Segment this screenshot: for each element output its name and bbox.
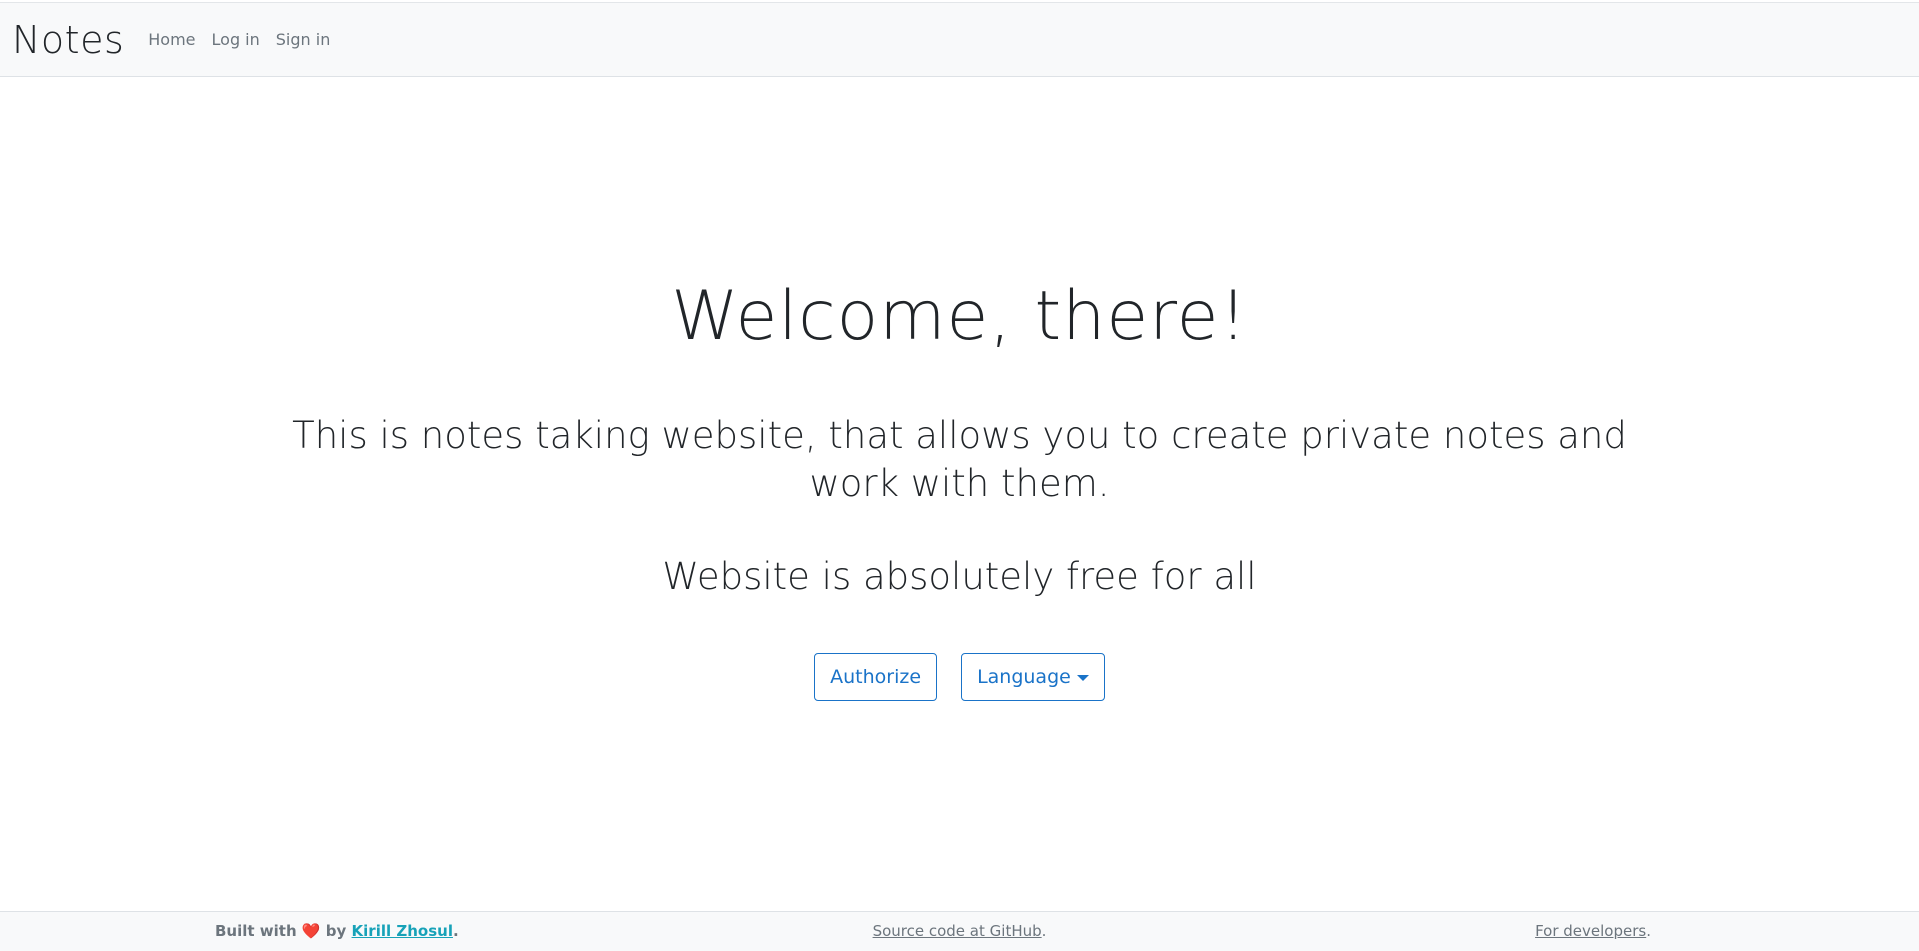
hero-lead-text: This is notes taking website, that allow… bbox=[292, 414, 1627, 505]
action-buttons: Authorize Language bbox=[0, 653, 1919, 701]
language-dropdown-button[interactable]: Language bbox=[961, 653, 1105, 701]
welcome-title: Welcome, there! bbox=[671, 277, 1248, 356]
language-label: Language bbox=[977, 666, 1071, 688]
hero-section: Welcome, there! This is notes taking web… bbox=[0, 77, 1919, 911]
developers-period: . bbox=[1646, 922, 1651, 940]
free-text: Website is absolutely free for all bbox=[662, 555, 1257, 598]
nav-link-log-in[interactable]: Log in bbox=[212, 30, 260, 49]
authorize-button[interactable]: Authorize bbox=[814, 653, 938, 701]
footer-developers: For developers. bbox=[1535, 922, 1651, 940]
for-developers-link[interactable]: For developers bbox=[1535, 922, 1646, 940]
source-period: . bbox=[1041, 922, 1047, 940]
footer: Built with ❤️ by Kirill Zhosul. Source c… bbox=[0, 911, 1919, 951]
nav-link-home[interactable]: Home bbox=[148, 30, 195, 49]
brand-logo[interactable]: Notes bbox=[12, 18, 124, 62]
authorize-label: Authorize bbox=[830, 666, 922, 688]
caret-down-icon bbox=[1076, 675, 1089, 681]
nav-link-sign-in[interactable]: Sign in bbox=[276, 30, 331, 49]
source-code-link[interactable]: Source code at GitHub bbox=[873, 922, 1042, 940]
navbar: Notes Home Log in Sign in bbox=[0, 2, 1919, 77]
